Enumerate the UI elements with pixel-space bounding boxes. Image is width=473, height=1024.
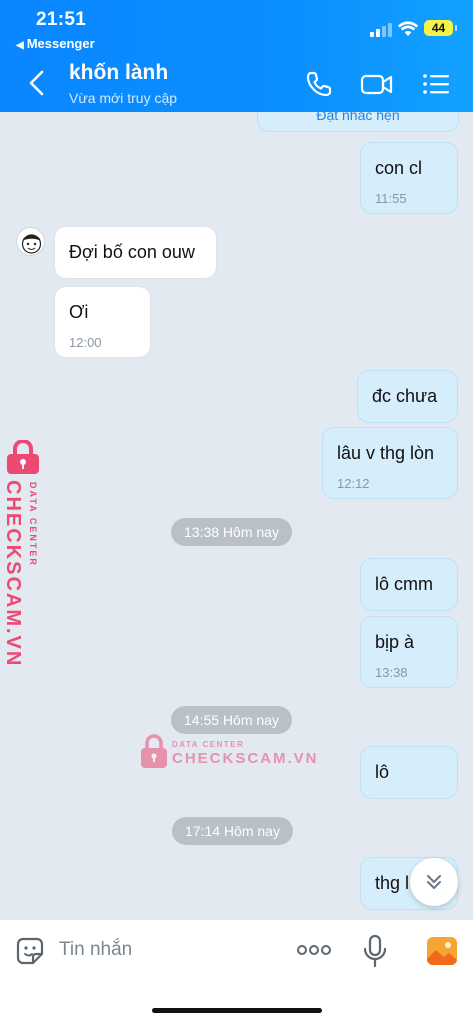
message-input[interactable]: Tin nhắn — [59, 939, 132, 961]
image-gallery-icon[interactable] — [426, 936, 458, 966]
message-bubble-out[interactable]: đc chưa — [357, 370, 458, 423]
double-chevron-down-icon — [427, 875, 441, 889]
message-text: lô cmm — [375, 574, 433, 594]
message-bubble-out[interactable]: lâu v thg lòn 12:12 — [322, 427, 458, 499]
video-camera-icon[interactable] — [360, 68, 394, 100]
cellular-signal-icon — [370, 23, 392, 37]
date-separator: 13:38 Hôm nay — [171, 518, 292, 546]
wifi-icon — [398, 21, 418, 36]
watermark-brand: CHECKSCAM.VN — [172, 750, 319, 767]
message-text: bịp à — [375, 632, 415, 652]
watermark-subtitle: DATA CENTER — [172, 740, 245, 749]
message-time: 12:00 — [69, 335, 102, 350]
date-separator: 14:55 Hôm nay — [171, 706, 292, 734]
watermark-center: DATA CENTER CHECKSCAM.VN — [140, 734, 317, 774]
phone-icon[interactable] — [303, 68, 335, 100]
list-menu-icon[interactable] — [420, 68, 452, 100]
message-text: đc chưa — [372, 386, 438, 406]
message-bubble-out[interactable]: lô cmm — [360, 558, 458, 611]
status-time: 21:51 — [36, 9, 87, 30]
set-reminder-button[interactable]: Đặt nhắc hẹn — [257, 112, 459, 132]
message-bubble-in[interactable]: Ơi 12:00 — [54, 286, 151, 358]
date-separator: 17:14 Hôm nay — [172, 817, 293, 845]
battery-indicator: 44 — [424, 20, 457, 36]
watermark-subtitle: DATA CENTER — [28, 482, 38, 567]
message-time: 11:55 — [375, 191, 407, 206]
watermark-lock-icon — [141, 734, 167, 768]
message-bubble-in[interactable]: Đợi bố con ouw — [54, 226, 217, 279]
message-text: thg l — [375, 873, 410, 893]
message-time: 12:12 — [337, 476, 370, 491]
message-bubble-out[interactable]: lô — [360, 746, 458, 799]
message-text: Đợi bố con ouw — [69, 242, 195, 262]
contact-name[interactable]: khốn lành — [69, 61, 168, 85]
message-bubble-out[interactable]: bịp à 13:38 — [360, 616, 458, 688]
message-list[interactable]: Đặt nhắc hẹn con cl 11:55 Đợi bố con ouw… — [0, 112, 473, 920]
avatar-face-icon — [21, 234, 42, 254]
watermark-brand: CHECKSCAM.VN — [2, 480, 24, 668]
message-bubble-out[interactable]: con cl 11:55 — [360, 142, 458, 214]
back-to-messenger[interactable]: ◀ Messenger — [16, 36, 95, 51]
home-indicator — [152, 1008, 322, 1013]
more-options-icon[interactable] — [296, 942, 332, 958]
message-text: Ơi — [69, 302, 89, 322]
avatar[interactable] — [16, 227, 45, 256]
message-text: lô — [375, 762, 390, 782]
scroll-to-bottom-button[interactable] — [410, 858, 458, 906]
message-time: 13:38 — [375, 665, 408, 680]
sticker-icon[interactable] — [14, 935, 46, 967]
microphone-icon[interactable] — [362, 934, 388, 968]
message-text: lâu v thg lòn — [337, 443, 435, 463]
chat-header: 21:51 ◀ Messenger 44 khốn lành Vừa mới tr… — [0, 0, 473, 112]
message-text: con cl — [375, 158, 423, 178]
back-app-label: Messenger — [26, 36, 95, 51]
watermark-lock-icon — [7, 440, 39, 474]
contact-status: Vừa mới truy cập — [69, 90, 178, 106]
back-triangle-icon: ◀ — [16, 40, 24, 51]
chevron-left-icon[interactable] — [24, 68, 50, 98]
